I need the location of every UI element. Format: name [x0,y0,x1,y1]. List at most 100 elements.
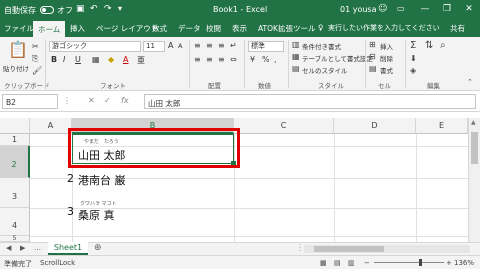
add-sheet-icon[interactable]: ⊕ [94,243,102,253]
horizontal-scrollbar[interactable] [304,245,470,253]
smiley-icon[interactable]: ☺ [378,4,387,14]
autosum-icon[interactable]: Σ [410,41,416,51]
borders-icon[interactable]: ▦ [92,55,100,65]
italic-button[interactable]: I [63,55,65,64]
close-button[interactable]: ✕ [462,3,476,15]
align-bottom-icon[interactable]: ≡ [218,41,225,51]
paste-label[interactable]: 貼り付け [3,63,29,73]
tab-data[interactable]: データ [178,23,201,34]
fill-color-icon[interactable]: ◆ [108,55,114,65]
comma-icon[interactable]: , [274,55,277,65]
format-painter-icon[interactable]: 🖌 [32,66,42,76]
find-select-icon[interactable]: ⌕ [440,41,446,51]
tab-insert[interactable]: 挿入 [70,23,85,34]
align-middle-icon[interactable]: ≡ [206,41,213,51]
percent-icon[interactable]: % [262,55,270,65]
row-header-3[interactable]: 3 [0,178,30,208]
vertical-scrollbar[interactable]: ▲ [468,118,480,242]
align-center-icon[interactable]: ≡ [206,55,213,65]
normal-view-icon[interactable]: ▦ [320,259,327,267]
tab-formulas[interactable]: 数式 [152,23,167,34]
restore-button[interactable]: ❐ [440,3,454,15]
column-header-e[interactable]: E [416,118,468,134]
merge-center-icon[interactable]: ⇔ [230,55,237,65]
tab-view[interactable]: 表示 [232,23,247,34]
ribbon-display-icon[interactable]: ▭ [397,4,405,13]
name-box[interactable]: B2 [2,94,58,109]
share-button[interactable]: 共有 [450,23,465,34]
column-header-d[interactable]: D [334,118,416,134]
bold-button[interactable]: B [51,55,57,64]
user-name[interactable]: 01 yousa [340,5,377,14]
tab-atok[interactable]: ATOK拡張ツール [258,23,315,34]
customize-qat-icon[interactable]: ▾ [118,4,122,13]
save-icon[interactable]: ▣ [76,4,85,14]
prev-sheet-icon[interactable]: ◀ [6,244,11,252]
tab-home[interactable]: ホーム [33,21,66,37]
align-top-icon[interactable]: ≡ [194,41,201,51]
column-header-c[interactable]: C [234,118,334,134]
autosave-toggle[interactable] [40,6,54,14]
fill-icon[interactable]: ⬇ [410,54,417,64]
formula-input[interactable]: 山田 太郎 [144,94,476,109]
underline-button[interactable]: U [75,55,81,64]
tab-page-layout[interactable]: ページ レイアウト [96,23,158,34]
tab-split-icon[interactable]: ⋮ [296,243,304,252]
paste-icon[interactable]: 📋 [8,41,28,59]
format-cells-button[interactable]: 書式 [380,65,393,75]
grow-font-button[interactable]: A [168,41,173,50]
number-format-select[interactable]: 標準 [248,41,284,52]
phonetic-guide-button[interactable]: 亜 [137,55,145,66]
align-right-icon[interactable]: ≡ [218,55,225,65]
cell-a3[interactable]: 2 [67,172,74,185]
column-header-a[interactable]: A [30,118,72,134]
cut-icon[interactable]: ✂ [32,42,39,52]
sort-filter-icon[interactable]: ⇅ [425,41,433,51]
cancel-icon[interactable]: ✕ [88,96,95,105]
horizontal-scroll-thumb[interactable] [314,246,384,252]
clear-icon[interactable]: ◈ [410,66,416,76]
tab-file[interactable]: ファイル [4,23,34,34]
cell-a4[interactable]: 3 [67,205,74,218]
currency-icon[interactable]: ¥ [250,55,255,65]
row-header-1[interactable]: 1 [0,134,30,146]
delete-cells-button[interactable]: 削除 [380,53,393,63]
tab-review[interactable]: 校閲 [206,23,221,34]
sheet-tab-more-icon[interactable]: … [34,244,41,252]
minimize-button[interactable]: — [418,3,432,15]
copy-icon[interactable]: ⎘ [32,54,38,64]
row-header-4[interactable]: 4 [0,208,30,236]
scroll-thumb[interactable] [471,132,478,164]
format-as-table-button[interactable]: テーブルとして書式設定 [302,53,373,63]
scroll-up-icon[interactable]: ▲ [471,119,476,126]
insert-function-icon[interactable]: fx [121,96,129,105]
font-size-select[interactable]: 11 [143,41,165,52]
sheet-tab-sheet1[interactable]: Sheet1 [48,242,88,255]
cell-b4[interactable]: 桑原 真 [78,207,115,223]
shrink-font-button[interactable]: A [178,42,182,50]
zoom-out-button[interactable]: − [364,259,370,267]
row-header-2[interactable]: 2 [0,146,30,178]
zoom-slider-thumb[interactable] [419,259,422,266]
zoom-in-button[interactable]: + [446,259,452,267]
font-color-icon[interactable]: A [123,55,128,64]
select-all-corner[interactable] [0,118,30,134]
worksheet-grid[interactable]: A B C D E 1 2 3 4 5 やまだ たろう 山田 太郎 2 港南台 … [0,112,480,242]
cell-styles-button[interactable]: セルのスタイル [302,65,348,75]
redo-icon[interactable]: ↷ [104,4,112,14]
zoom-slider[interactable] [374,262,444,263]
collapse-ribbon-icon[interactable]: ⌃ [467,77,473,87]
cell-b3[interactable]: 港南台 巌 [78,172,126,188]
next-sheet-icon[interactable]: ▶ [20,244,25,252]
align-left-icon[interactable]: ≡ [194,55,201,65]
tell-me-box[interactable]: 実行したい作業を入力してください [328,23,440,33]
page-break-view-icon[interactable]: ▥ [348,259,355,267]
zoom-level[interactable]: 136% [454,259,474,267]
insert-cells-button[interactable]: 挿入 [380,41,393,51]
conditional-format-button[interactable]: 条件付き書式 [302,41,341,51]
undo-icon[interactable]: ↶ [90,4,98,14]
wrap-text-icon[interactable]: ↵ [230,41,237,51]
page-layout-view-icon[interactable]: ▤ [334,259,341,267]
enter-icon[interactable]: ✓ [104,96,111,105]
font-name-select[interactable]: 游ゴシック [49,41,141,52]
